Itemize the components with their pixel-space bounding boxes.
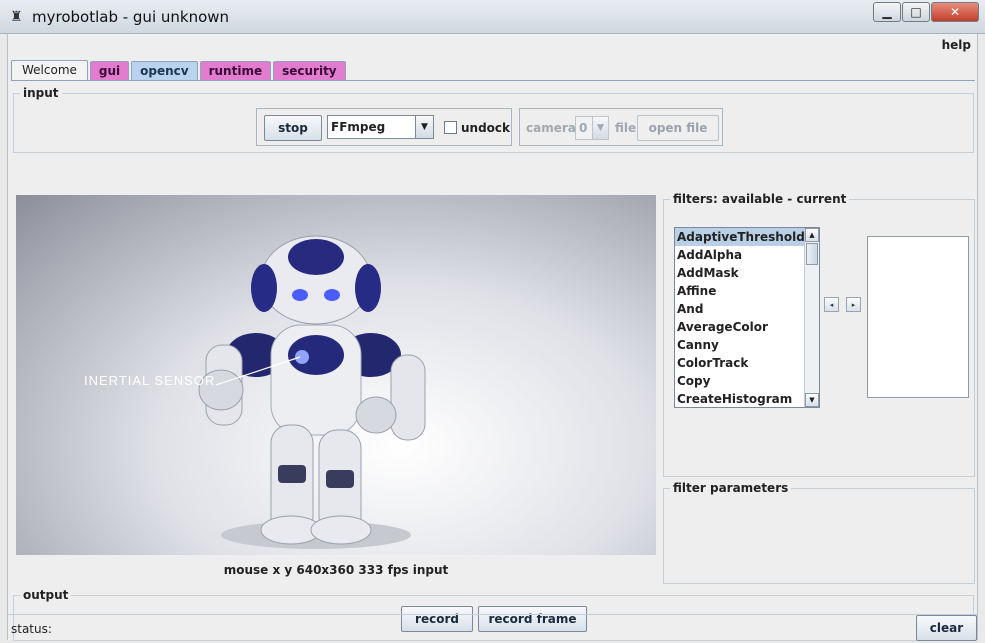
main-window: help Welcome gui opencv runtime security… — [7, 34, 978, 641]
file-label: file — [615, 121, 637, 135]
status-bar: status: clear — [8, 614, 977, 641]
minimize-button[interactable]: ▁ — [873, 2, 901, 22]
open-file-button[interactable]: open file — [637, 115, 719, 141]
tab-welcome[interactable]: Welcome — [11, 60, 88, 81]
capture-controls: stop FFmpeg ▼ undock — [256, 108, 512, 146]
grabber-select-value: FFmpeg — [331, 120, 386, 134]
video-caption: mouse x y 640x360 333 fps input — [223, 563, 449, 577]
move-right-button[interactable]: ▸ — [846, 297, 861, 312]
input-group: input stop FFmpeg ▼ undock camera 0 ▼ fi… — [13, 86, 974, 153]
title-bar: ♜ myrobotlab - gui unknown ▁ □ ✕ — [0, 0, 985, 34]
service-tabs: Welcome gui opencv runtime security — [11, 60, 348, 81]
menu-bar: help — [8, 34, 977, 56]
stop-button[interactable]: stop — [264, 115, 322, 141]
list-item[interactable]: Copy — [675, 372, 819, 390]
scroll-thumb[interactable] — [806, 243, 818, 265]
scroll-up-icon[interactable]: ▲ — [805, 228, 819, 242]
close-button[interactable]: ✕ — [931, 2, 979, 22]
undock-checkbox[interactable] — [444, 121, 457, 134]
undock-label: undock — [461, 121, 511, 135]
available-filters-list[interactable]: AdaptiveThreshold AddAlpha AddMask Affin… — [674, 227, 820, 408]
list-item[interactable]: And — [675, 300, 819, 318]
status-label: status: — [11, 622, 52, 636]
overlay-label: INERTIAL SENSOR — [84, 373, 216, 388]
list-item[interactable]: AverageColor — [675, 318, 819, 336]
tab-security[interactable]: security — [273, 61, 346, 80]
list-item[interactable]: CreateHistogram — [675, 390, 819, 407]
window-controls: ▁ □ ✕ — [872, 2, 979, 22]
help-menu[interactable]: help — [942, 38, 971, 52]
list-item[interactable]: AddMask — [675, 264, 819, 282]
scroll-down-icon[interactable]: ▼ — [805, 393, 819, 407]
list-item[interactable]: Affine — [675, 282, 819, 300]
maximize-button[interactable]: □ — [902, 2, 930, 22]
filters-group-title: filters: available - current — [670, 192, 850, 206]
tab-runtime[interactable]: runtime — [199, 61, 272, 80]
list-item[interactable]: ColorTrack — [675, 354, 819, 372]
list-item[interactable]: Canny — [675, 336, 819, 354]
tab-gui[interactable]: gui — [89, 61, 130, 80]
list-item[interactable]: AdaptiveThreshold — [675, 228, 819, 246]
move-left-button[interactable]: ◂ — [824, 297, 839, 312]
grabber-select[interactable]: FFmpeg ▼ — [327, 115, 434, 139]
chevron-down-icon[interactable]: ▼ — [592, 117, 608, 139]
filter-parameters-group: filter parameters — [663, 481, 975, 584]
current-filters-list[interactable] — [867, 236, 969, 398]
tab-opencv[interactable]: opencv — [131, 61, 198, 80]
opencv-panel: input stop FFmpeg ▼ undock camera 0 ▼ fi… — [11, 80, 975, 641]
camera-label: camera — [526, 121, 576, 135]
clear-button[interactable]: clear — [916, 615, 977, 641]
robot-icon: ♜ — [10, 9, 23, 25]
input-group-title: input — [20, 86, 62, 100]
chevron-down-icon[interactable]: ▼ — [415, 116, 433, 138]
camera-index-value: 0 — [579, 121, 588, 135]
source-controls: camera 0 ▼ file open file — [519, 108, 723, 146]
video-display[interactable]: INERTIAL SENSOR — [16, 195, 656, 555]
camera-index-select[interactable]: 0 ▼ — [575, 116, 609, 140]
window-title: myrobotlab - gui unknown — [32, 8, 230, 26]
list-item[interactable]: AddAlpha — [675, 246, 819, 264]
filter-parameters-title: filter parameters — [670, 481, 792, 495]
list-scrollbar[interactable]: ▲ ▼ — [804, 228, 819, 407]
output-group-title: output — [20, 588, 72, 602]
